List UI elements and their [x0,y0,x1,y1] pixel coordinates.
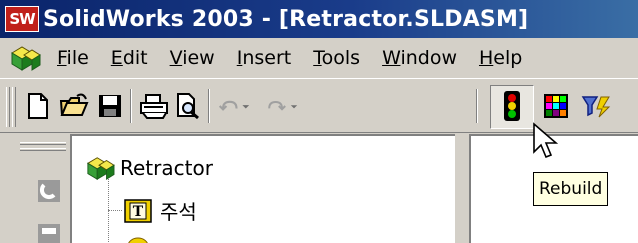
color-palette-icon[interactable] [540,89,572,123]
new-document-icon[interactable] [22,89,54,123]
toolbar-separator [130,89,132,123]
partial-tree-item-icon [128,237,148,243]
property-manager-tab-icon[interactable] [36,222,62,243]
open-folder-icon[interactable] [58,89,90,123]
menu-window[interactable]: Window [371,47,468,69]
solidworks-app-icon[interactable]: SW [5,6,39,32]
tree-root-label: Retractor [120,156,213,180]
menu-file[interactable]: File [46,47,100,69]
panel-grip[interactable] [20,148,66,151]
print-icon[interactable] [138,89,170,123]
tree-item-label: 주석 [160,200,197,224]
toolbar-separator [476,89,478,123]
undo-icon[interactable] [218,89,250,123]
feature-manager-tabs [0,134,70,243]
mouse-pointer-icon [533,122,558,159]
assembly-document-icon[interactable] [8,43,42,73]
assembly-icon [86,157,115,181]
panel-divider[interactable] [455,134,469,243]
tree-root-item[interactable]: Retractor [84,154,213,182]
svg-text:T: T [133,204,144,220]
annotation-icon: T [124,198,152,223]
filter-icon[interactable] [580,89,612,123]
tree-item-annotations[interactable]: T 주석 [124,196,197,225]
toolbar-separator [208,89,210,123]
toolbar-grip[interactable] [12,87,16,127]
menu-help[interactable]: Help [468,47,533,69]
menu-edit[interactable]: Edit [100,47,159,69]
panel-grip[interactable] [20,142,66,145]
menu-insert[interactable]: Insert [226,47,303,69]
menu-view[interactable]: View [159,47,226,69]
rebuild-traffic-light-icon[interactable] [496,89,528,123]
menu-bar: File Edit View Insert Tools Window Help [0,38,638,78]
toolbar-grip[interactable] [6,87,10,127]
rebuild-tooltip: Rebuild [533,172,609,206]
redo-icon[interactable] [266,89,298,123]
feature-manager-tab-icon[interactable] [36,178,62,204]
window-title: SolidWorks 2003 - [Retractor.SLDASM] [43,6,529,32]
tree-connector [108,210,122,211]
feature-manager-tree: Retractor T 주석 [70,134,455,243]
title-bar[interactable]: SW SolidWorks 2003 - [Retractor.SLDASM] [0,0,638,38]
print-preview-icon[interactable] [172,89,204,123]
tooltip-text: Rebuild [539,179,603,199]
save-icon[interactable] [94,89,126,123]
menu-tools[interactable]: Tools [302,47,371,69]
